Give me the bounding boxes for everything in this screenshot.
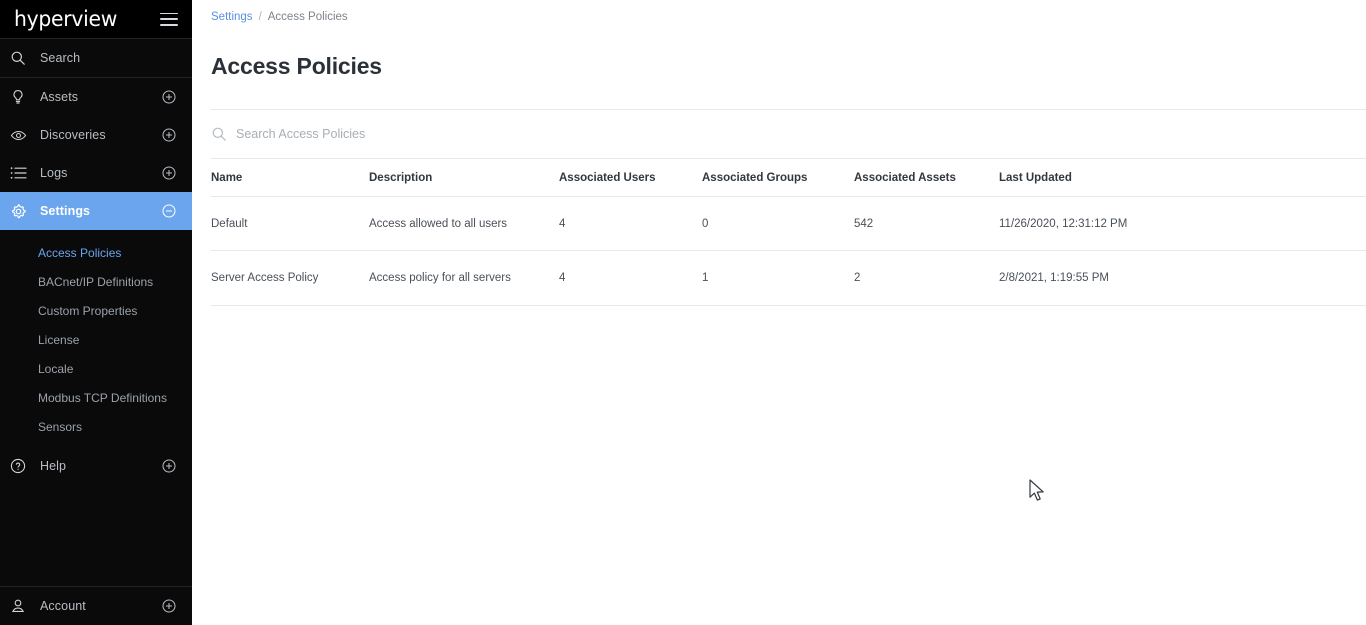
sidebar-item-discoveries[interactable]: Discoveries xyxy=(0,116,192,154)
cell-last-updated: 11/26/2020, 12:31:12 PM xyxy=(999,196,1309,252)
plus-circle-icon[interactable] xyxy=(160,599,178,613)
breadcrumb-link-settings[interactable]: Settings xyxy=(211,11,253,23)
sidebar-item-account[interactable]: Account xyxy=(0,587,192,625)
page-title: Access Policies xyxy=(211,53,382,80)
table-row: Default Access allowed to all users 4 0 … xyxy=(211,196,1366,252)
sidebar-item-label: Discoveries xyxy=(40,128,106,142)
cell-name: Default xyxy=(211,196,369,252)
sidebar-item-settings[interactable]: Settings xyxy=(0,192,192,230)
sidebar: hyperview Search Assets Discoveries Logs… xyxy=(0,0,192,625)
list-icon xyxy=(10,166,40,180)
search-icon xyxy=(10,50,40,66)
search-bar[interactable] xyxy=(211,110,1366,159)
column-header-associated-groups: Associated Groups xyxy=(702,158,854,197)
search-icon xyxy=(211,126,227,142)
submenu-item-license[interactable]: License xyxy=(0,325,192,354)
sidebar-header: hyperview xyxy=(0,0,192,38)
question-circle-icon xyxy=(10,458,40,474)
breadcrumb-separator: / xyxy=(258,11,262,23)
sidebar-item-help[interactable]: Help xyxy=(0,447,192,485)
eye-icon xyxy=(10,127,40,144)
column-header-actions xyxy=(1309,158,1366,197)
plus-circle-icon[interactable] xyxy=(160,459,178,473)
cell-associated-assets: 542 xyxy=(854,196,999,252)
sidebar-item-label: Assets xyxy=(40,90,79,104)
hyperview-logo: hyperview xyxy=(14,7,118,31)
submenu-item-locale[interactable]: Locale xyxy=(0,354,192,383)
cell-name: Server Access Policy xyxy=(211,250,369,307)
submenu-item-label: BACnet/IP Definitions xyxy=(38,274,154,289)
lightbulb-icon xyxy=(10,89,40,105)
gear-icon xyxy=(10,203,40,220)
breadcrumb-current: Access Policies xyxy=(267,11,348,23)
sidebar-account-section: Account xyxy=(0,586,192,625)
cell-associated-users: 4 xyxy=(559,196,702,252)
column-header-name: Name xyxy=(211,158,369,197)
cell-associated-users: 4 xyxy=(559,250,702,307)
cell-actions: Delete Edit xyxy=(1309,250,1366,307)
column-header-associated-assets: Associated Assets xyxy=(854,158,999,197)
cell-associated-groups: 0 xyxy=(702,196,854,252)
sidebar-item-label: Search xyxy=(40,51,81,65)
submenu-item-label: Custom Properties xyxy=(38,303,138,318)
hamburger-icon[interactable] xyxy=(160,12,178,26)
sidebar-item-assets[interactable]: Assets xyxy=(0,78,192,116)
submenu-item-label: Modbus TCP Definitions xyxy=(38,390,167,405)
submenu-item-custom-properties[interactable]: Custom Properties xyxy=(0,296,192,325)
access-policies-table: Name Description Associated Users Associ… xyxy=(211,158,1366,307)
sidebar-item-label: Account xyxy=(40,599,86,613)
cell-associated-assets: 2 xyxy=(854,250,999,307)
page-header: Access Policies Add xyxy=(211,23,1366,110)
plus-circle-icon[interactable] xyxy=(160,128,178,142)
submenu-item-label: License xyxy=(38,332,80,347)
submenu-item-access-policies[interactable]: Access Policies xyxy=(0,238,192,267)
submenu-item-modbus-tcp-definitions[interactable]: Modbus TCP Definitions xyxy=(0,383,192,412)
main-content: Settings / Access Policies Access Polici… xyxy=(192,0,1366,625)
person-icon xyxy=(10,598,40,614)
column-header-associated-users: Associated Users xyxy=(559,158,702,197)
search-input[interactable] xyxy=(236,126,556,141)
minus-circle-icon[interactable] xyxy=(160,204,178,218)
cell-associated-groups: 1 xyxy=(702,250,854,307)
cell-description: Access policy for all servers xyxy=(369,250,559,307)
cell-actions: Delete Edit xyxy=(1309,196,1366,252)
app-root: hyperview Search Assets Discoveries Logs… xyxy=(0,0,1366,625)
table-header-row: Name Description Associated Users Associ… xyxy=(211,158,1366,197)
sidebar-item-logs[interactable]: Logs xyxy=(0,154,192,192)
settings-submenu: Access Policies BACnet/IP Definitions Cu… xyxy=(0,230,192,441)
submenu-item-bacnet-ip-definitions[interactable]: BACnet/IP Definitions xyxy=(0,267,192,296)
plus-circle-icon[interactable] xyxy=(160,166,178,180)
table-row: Server Access Policy Access policy for a… xyxy=(211,250,1366,307)
plus-circle-icon[interactable] xyxy=(160,90,178,104)
cell-description: Access allowed to all users xyxy=(369,196,559,252)
breadcrumb: Settings / Access Policies xyxy=(211,0,1366,23)
sidebar-item-search[interactable]: Search xyxy=(0,39,192,77)
submenu-item-label: Sensors xyxy=(38,419,83,434)
submenu-item-label: Locale xyxy=(38,361,74,376)
column-header-last-updated: Last Updated xyxy=(999,158,1309,197)
sidebar-item-label: Settings xyxy=(40,204,91,218)
submenu-item-sensors[interactable]: Sensors xyxy=(0,412,192,441)
cell-last-updated: 2/8/2021, 1:19:55 PM xyxy=(999,250,1309,307)
submenu-item-label: Access Policies xyxy=(38,245,122,260)
sidebar-item-label: Logs xyxy=(40,166,68,180)
column-header-description: Description xyxy=(369,158,559,197)
sidebar-item-label: Help xyxy=(40,459,67,473)
